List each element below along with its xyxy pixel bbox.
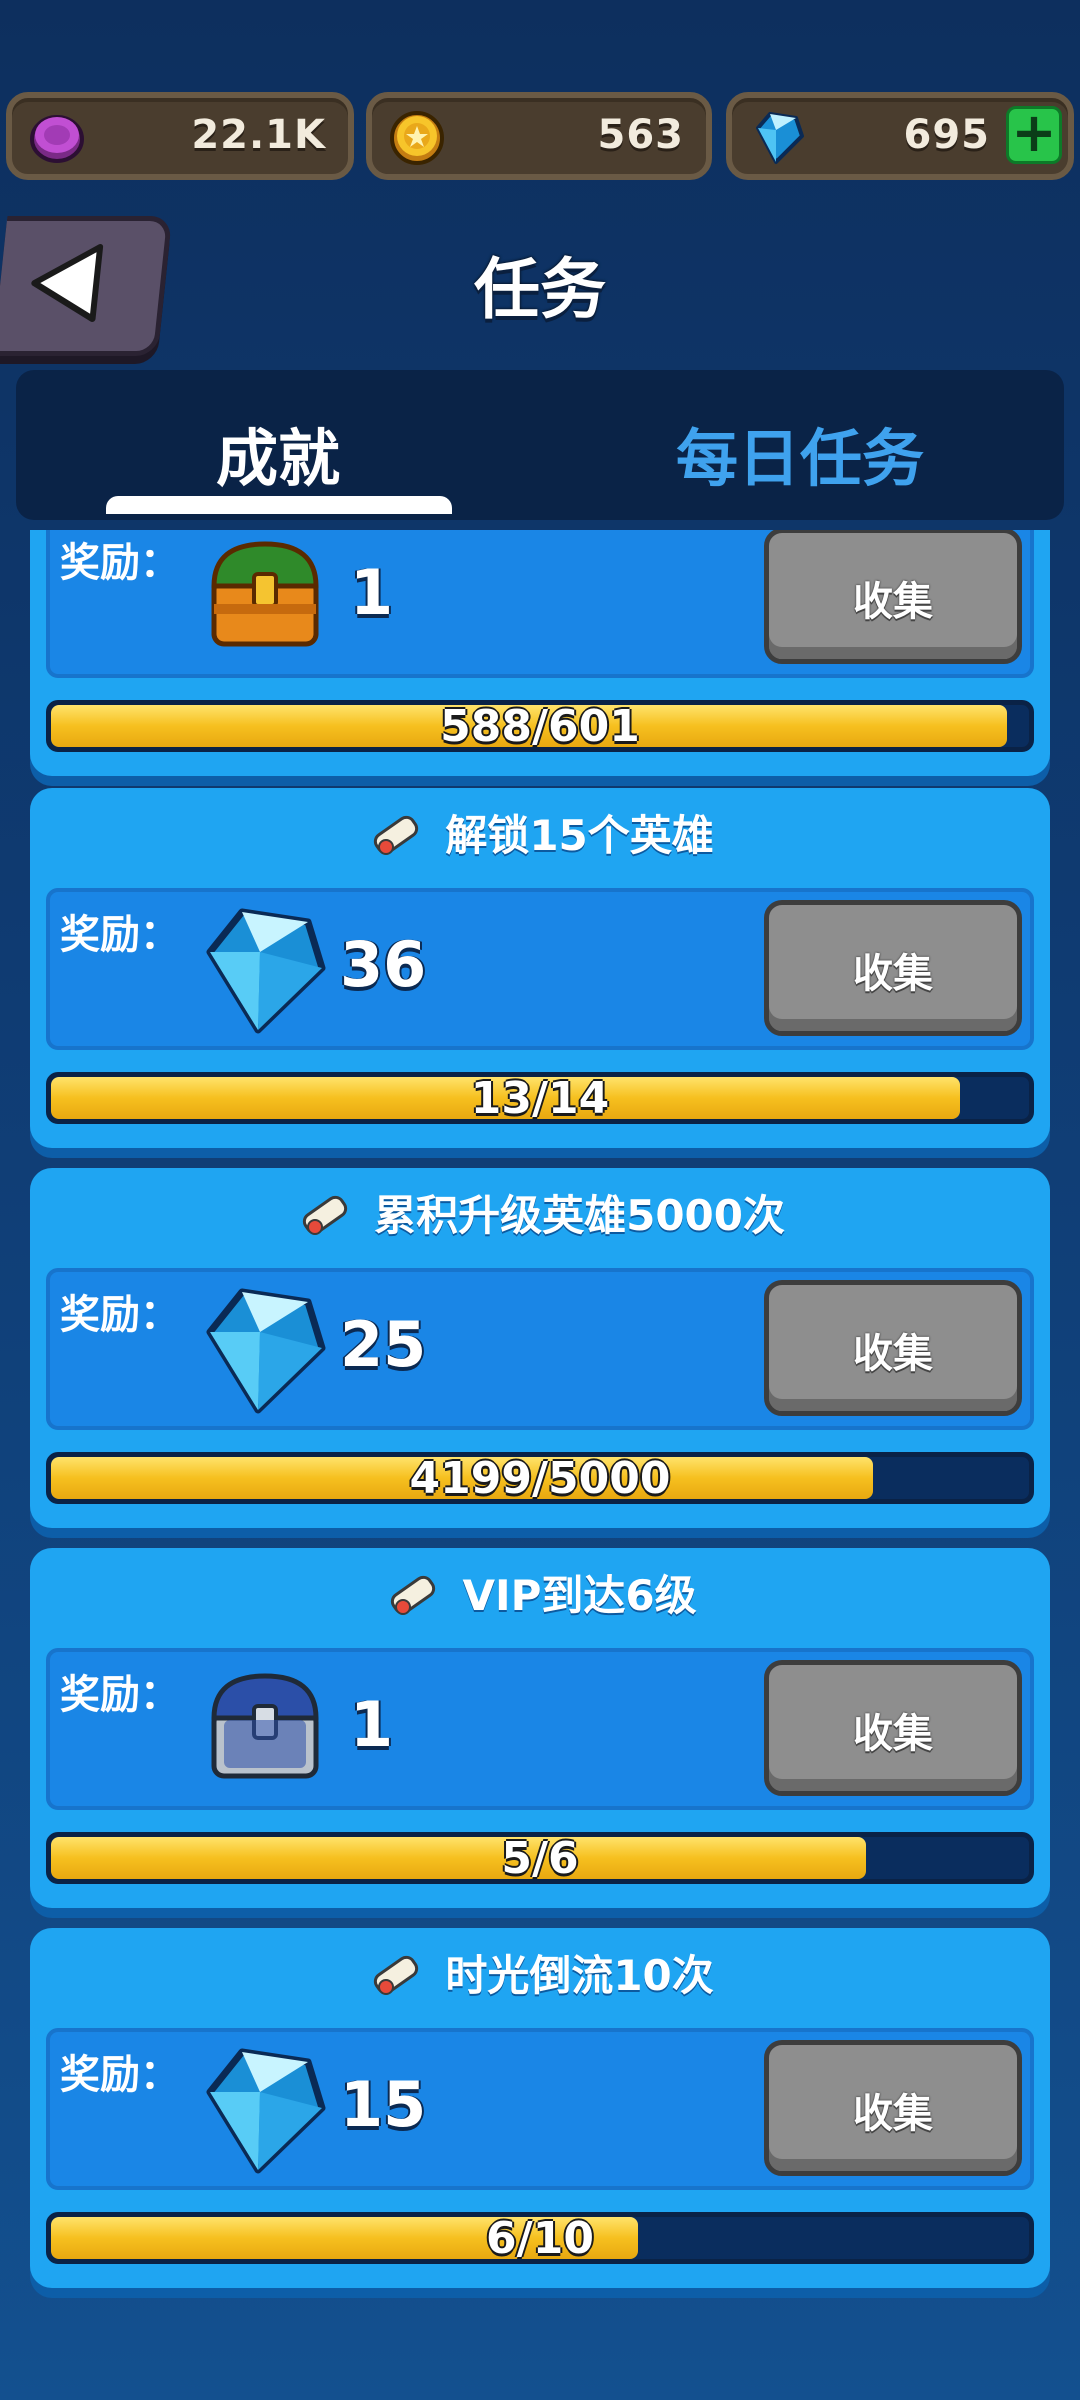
scroll-icon	[374, 815, 419, 855]
collect-button[interactable]: 收集	[764, 900, 1022, 1036]
green-chest-icon	[211, 541, 319, 647]
tab-bar: 成就 每日任务	[16, 370, 1064, 520]
resource-bar: 22.1K 563 695 +	[0, 92, 1080, 184]
tab-achievements[interactable]: 成就	[216, 408, 340, 498]
blue-chest-icon	[211, 1673, 319, 1779]
quest-card: 解锁15个英雄 奖励： 36 收集 13/14	[30, 788, 1050, 1148]
gem-value: 695	[903, 112, 990, 158]
reward-panel: 奖励： 1 收集	[46, 530, 1034, 678]
reward-quantity: 36	[340, 928, 427, 1001]
diamond-icon	[206, 1288, 326, 1414]
tab-daily-tasks[interactable]: 每日任务	[676, 408, 924, 498]
diamond-icon	[206, 2048, 326, 2174]
active-tab-indicator	[106, 496, 452, 514]
quest-title: VIP到达6级	[30, 1562, 1050, 1632]
quest-title: 累积升级英雄5000次	[30, 1182, 1050, 1252]
reward-label: 奖励：	[60, 540, 180, 586]
reward-panel: 奖励： 25 收集	[46, 1268, 1034, 1430]
reward-label: 奖励：	[60, 912, 180, 958]
quest-card: VIP到达6级 奖励： 1 收集 5/6	[30, 1548, 1050, 1908]
progress-text: 5/6	[501, 1833, 579, 1884]
reward-panel: 奖励： 15 收集	[46, 2028, 1034, 2190]
diamond-icon	[756, 112, 804, 164]
collect-button[interactable]: 收集	[764, 530, 1022, 664]
progress-text: 6/10	[486, 2213, 594, 2264]
reward-quantity: 1	[350, 1688, 394, 1761]
progress-text: 588/601	[440, 701, 640, 752]
quest-title: 时光倒流10次	[30, 1942, 1050, 2012]
reward-quantity: 1	[350, 556, 394, 629]
reward-label: 奖励：	[60, 1292, 180, 1338]
quest-card: 奖励： 1 收集 588/601	[30, 530, 1050, 776]
quest-card: 累积升级英雄5000次 奖励： 25 收集 4199/5000	[30, 1168, 1050, 1528]
progress-bar: 6/10	[46, 2212, 1034, 2264]
scroll-icon	[391, 1575, 436, 1615]
add-gems-button[interactable]: +	[1006, 106, 1062, 164]
progress-bar: 5/6	[46, 1832, 1034, 1884]
gold-counter: 563	[366, 92, 712, 180]
reward-quantity: 25	[340, 1308, 427, 1381]
gold-value: 563	[597, 112, 684, 158]
gold-coin-icon	[390, 111, 444, 165]
gem-counter: 695 +	[726, 92, 1074, 180]
reward-panel: 奖励： 36 收集	[46, 888, 1034, 1050]
reward-panel: 奖励： 1 收集	[46, 1648, 1034, 1810]
progress-text: 13/14	[470, 1073, 610, 1124]
collect-button[interactable]: 收集	[764, 2040, 1022, 2176]
purple-coin-icon	[30, 115, 84, 163]
collect-button[interactable]: 收集	[764, 1660, 1022, 1796]
progress-bar: 13/14	[46, 1072, 1034, 1124]
collect-button[interactable]: 收集	[764, 1280, 1022, 1416]
progress-bar: 4199/5000	[46, 1452, 1034, 1504]
page-title: 任务	[474, 251, 606, 328]
reward-quantity: 15	[340, 2068, 427, 2141]
reward-label: 奖励：	[60, 2052, 180, 2098]
quest-title: 解锁15个英雄	[30, 802, 1050, 872]
progress-bar: 588/601	[46, 700, 1034, 752]
progress-text: 4199/5000	[409, 1453, 671, 1504]
reward-label: 奖励：	[60, 1672, 180, 1718]
quest-list[interactable]: 奖励： 1 收集 588/601 解锁15个英雄 奖励： 36 收集 13/14…	[0, 530, 1080, 2400]
elixir-counter: 22.1K	[6, 92, 354, 180]
scroll-icon	[302, 1195, 348, 1235]
quest-card: 时光倒流10次 奖励： 15 收集 6/10	[30, 1928, 1050, 2288]
elixir-value: 22.1K	[191, 112, 326, 158]
scroll-icon	[374, 1955, 419, 1995]
diamond-icon	[206, 908, 326, 1034]
